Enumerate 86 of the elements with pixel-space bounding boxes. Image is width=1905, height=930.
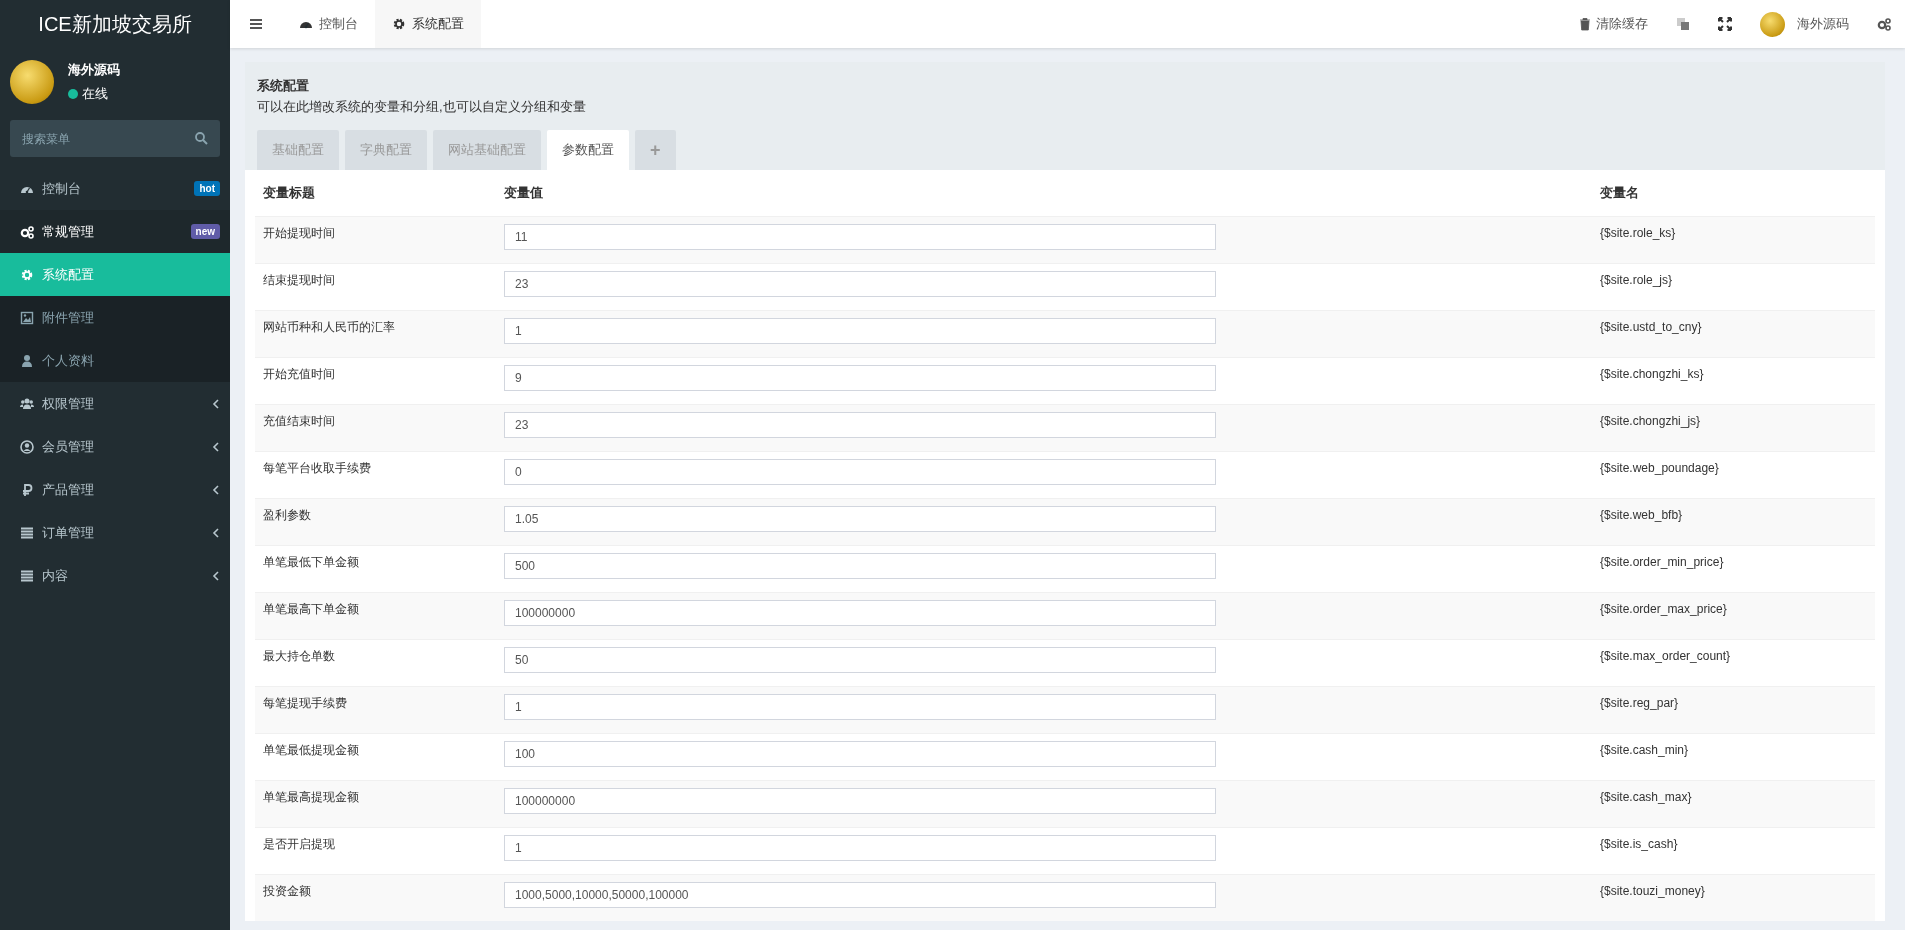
trash-icon <box>1578 17 1592 31</box>
variable-name: {$site.chongzhi_js} <box>1600 414 1701 428</box>
column-header: 变量值 <box>496 170 1592 217</box>
panel-title: 系统配置 <box>257 77 310 95</box>
user-menu-button[interactable]: 海外源码 <box>1746 0 1863 48</box>
sidebar-item[interactable]: 个人资料 <box>0 339 230 382</box>
column-header: 变量名 <box>1592 170 1875 217</box>
gears-icon <box>20 224 34 239</box>
menu-icon[interactable] <box>249 17 263 31</box>
status-text: 在线 <box>82 85 108 103</box>
ruble-icon <box>20 482 34 497</box>
input-field[interactable]: 23 <box>504 412 1216 438</box>
list-icon <box>20 568 34 583</box>
clear-cache-button[interactable]: 清除缓存 <box>1564 0 1662 48</box>
image-icon <box>20 310 34 325</box>
caret-icon <box>212 441 220 452</box>
input-field[interactable]: 1.05 <box>504 506 1216 532</box>
input-field[interactable]: 1 <box>504 694 1216 720</box>
caret-icon <box>212 398 220 409</box>
translate-icon[interactable] <box>1676 17 1690 31</box>
panel-description: 可以在此增改系统的变量和分组,也可以自定义分组和变量 <box>257 98 587 116</box>
variable-name: {$site.is_cash} <box>1600 837 1678 851</box>
variable-name: {$site.cash_min} <box>1600 743 1689 757</box>
variable-name: {$site.chongzhi_ks} <box>1600 367 1704 381</box>
variable-title: 每笔平台收取手续费 <box>263 461 371 475</box>
variable-name: {$site.touzi_money} <box>1600 884 1705 898</box>
variable-name: {$site.order_max_price} <box>1600 602 1727 616</box>
user-name: 海外源码 <box>68 61 120 79</box>
gears-icon[interactable] <box>1877 17 1891 31</box>
search-icon[interactable] <box>194 131 208 145</box>
fullscreen-icon[interactable] <box>1718 17 1732 31</box>
input-field[interactable]: 500 <box>504 553 1216 579</box>
input-field[interactable]: 1 <box>504 318 1216 344</box>
input-field[interactable]: 23 <box>504 271 1216 297</box>
input-field[interactable]: 50 <box>504 647 1216 673</box>
variable-title: 是否开启提现 <box>263 837 335 851</box>
nav-tab[interactable]: 系统配置 <box>375 0 481 48</box>
input-field[interactable]: 100000000 <box>504 600 1216 626</box>
user-icon <box>20 353 34 368</box>
users-icon <box>20 396 34 411</box>
variable-name: {$site.web_poundage} <box>1600 461 1719 475</box>
variable-title: 网站币种和人民币的汇率 <box>263 320 395 334</box>
variable-title: 单笔最高提现金额 <box>263 790 359 804</box>
variable-title: 单笔最高下单金额 <box>263 602 359 616</box>
variable-title: 开始充值时间 <box>263 367 335 381</box>
variable-title: 充值结束时间 <box>263 414 335 428</box>
variable-title: 最大持仓单数 <box>263 649 335 663</box>
gear-icon <box>392 17 406 31</box>
avatar <box>1760 11 1785 37</box>
variable-name: {$site.web_bfb} <box>1600 508 1683 522</box>
avatar <box>10 60 54 104</box>
caret-icon <box>212 484 220 495</box>
caret-icon <box>212 570 220 581</box>
input-field[interactable]: 1 <box>504 835 1216 861</box>
search-field[interactable]: 搜索菜单 <box>10 120 220 157</box>
badge: hot <box>194 181 220 196</box>
variable-name: {$site.reg_par} <box>1600 696 1679 710</box>
config-tab[interactable]: 参数配置 <box>547 130 629 170</box>
input-field[interactable]: 9 <box>504 365 1216 391</box>
variable-name: {$site.order_min_price} <box>1600 555 1724 569</box>
variable-title: 单笔最低下单金额 <box>263 555 359 569</box>
input-field[interactable]: 11 <box>504 224 1216 250</box>
variable-title: 盈利参数 <box>263 508 311 522</box>
sidebar-item[interactable]: 附件管理 <box>0 296 230 339</box>
gear-icon <box>20 267 34 282</box>
variable-title: 投资金额 <box>263 884 311 898</box>
nav-tab[interactable]: 控制台 <box>282 0 375 48</box>
input-field[interactable]: 100000000 <box>504 788 1216 814</box>
input-field[interactable]: 100 <box>504 741 1216 767</box>
variable-name: {$site.role_ks} <box>1600 226 1676 240</box>
variable-name: {$site.cash_max} <box>1600 790 1692 804</box>
list-icon <box>20 525 34 540</box>
caret-icon <box>212 527 220 538</box>
variable-title: 单笔最低提现金额 <box>263 743 359 757</box>
variable-name: {$site.max_order_count} <box>1600 649 1731 663</box>
variable-name: {$site.ustd_to_cny} <box>1600 320 1702 334</box>
variable-name: {$site.role_js} <box>1600 273 1673 287</box>
column-header: 变量标题 <box>255 170 496 217</box>
badge: new <box>190 224 220 239</box>
user-circle-icon <box>20 439 34 454</box>
input-field[interactable]: 1000,5000,10000,50000,100000 <box>504 882 1216 908</box>
variable-title: 结束提现时间 <box>263 273 335 287</box>
variable-title: 开始提现时间 <box>263 226 335 240</box>
sidebar-item[interactable]: 常规管理 new <box>0 210 230 253</box>
variable-title: 每笔提现手续费 <box>263 696 347 710</box>
input-field[interactable]: 0 <box>504 459 1216 485</box>
